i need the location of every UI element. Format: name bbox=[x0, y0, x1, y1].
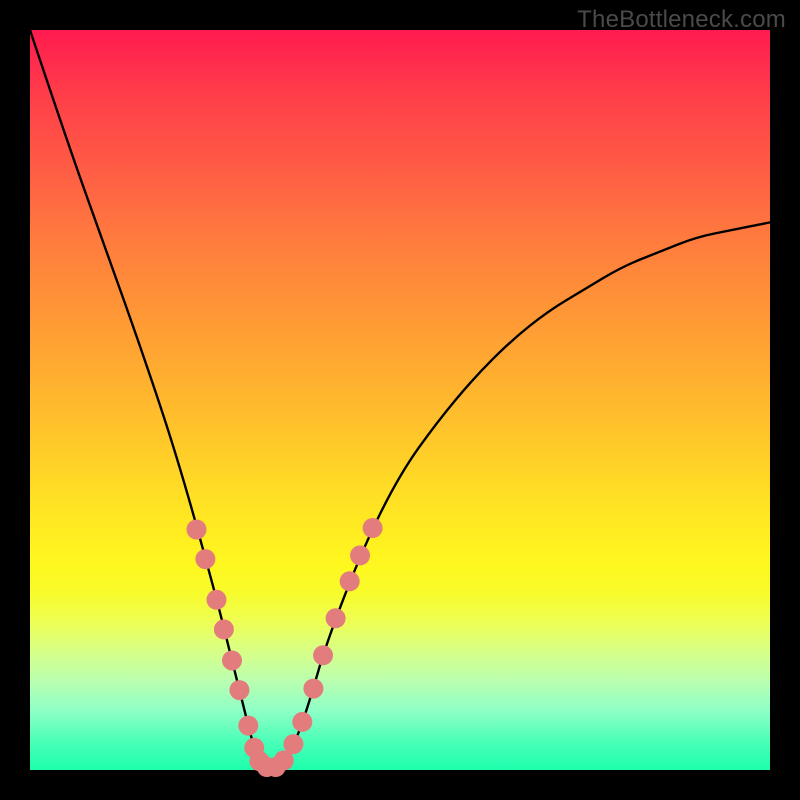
curve-marker bbox=[195, 549, 215, 569]
curve-svg bbox=[30, 30, 770, 770]
curve-marker bbox=[350, 545, 370, 565]
curve-marker bbox=[187, 520, 207, 540]
curve-marker bbox=[283, 734, 303, 754]
chart-frame: TheBottleneck.com bbox=[0, 0, 800, 800]
plot-area bbox=[30, 30, 770, 770]
curve-marker bbox=[313, 645, 333, 665]
curve-marker bbox=[214, 619, 234, 639]
curve-marker bbox=[303, 679, 323, 699]
curve-marker bbox=[206, 590, 226, 610]
curve-marker bbox=[363, 518, 383, 538]
marker-group bbox=[187, 518, 383, 777]
curve-marker bbox=[222, 650, 242, 670]
curve-marker bbox=[292, 712, 312, 732]
curve-marker bbox=[229, 680, 249, 700]
curve-marker bbox=[326, 608, 346, 628]
curve-marker bbox=[238, 716, 258, 736]
curve-marker bbox=[340, 571, 360, 591]
watermark-text: TheBottleneck.com bbox=[577, 6, 786, 34]
bottleneck-curve-path bbox=[30, 30, 770, 770]
